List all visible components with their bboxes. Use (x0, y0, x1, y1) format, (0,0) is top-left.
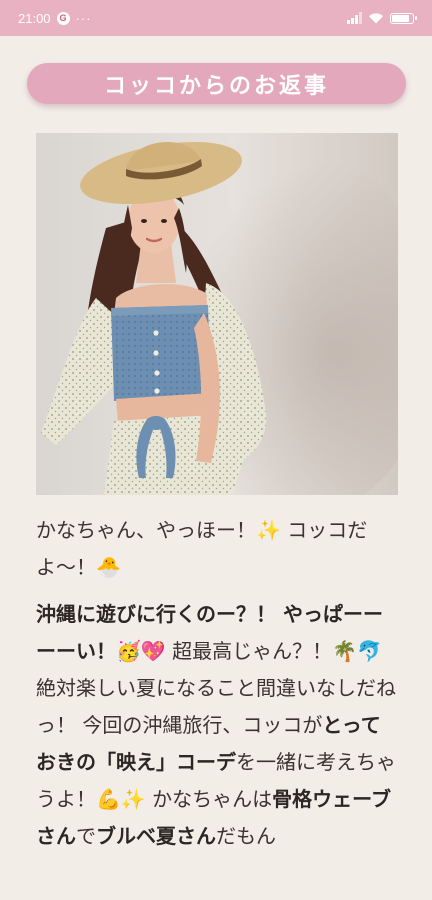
status-time: 21:00 (18, 10, 51, 26)
message-bold-text: ブルベ夏さん (96, 824, 216, 848)
battery-icon (390, 12, 417, 24)
page-title: コッコからのお返事 (27, 63, 406, 104)
outfit-photo (36, 133, 398, 495)
reply-message: かなちゃん、やっほー！✨ コッコだよ〜！🐣 沖縄に遊びに行くのー？！ やっぱーー… (36, 512, 398, 865)
wifi-icon (369, 13, 383, 24)
message-paragraph-2: 沖縄に遊びに行くのー？！ やっぱーーーーい！🥳💖 超最高じゃん？！🌴🐬 絶対楽し… (36, 596, 398, 855)
message-text: かなちゃん、やっほー！✨ コッコだよ〜！🐣 (36, 518, 368, 579)
status-bar-left: 21:00 G ··· (18, 11, 92, 26)
message-text: だもん (216, 824, 276, 848)
status-bar: 21:00 G ··· (0, 0, 432, 36)
message-paragraph-1: かなちゃん、やっほー！✨ コッコだよ〜！🐣 (36, 512, 398, 586)
message-text: で (76, 824, 96, 848)
google-icon: G (56, 11, 70, 25)
more-notifications-icon: ··· (75, 10, 92, 26)
status-bar-right (347, 12, 417, 24)
outfit-photo-illustration (36, 133, 398, 495)
signal-icon (347, 12, 362, 24)
